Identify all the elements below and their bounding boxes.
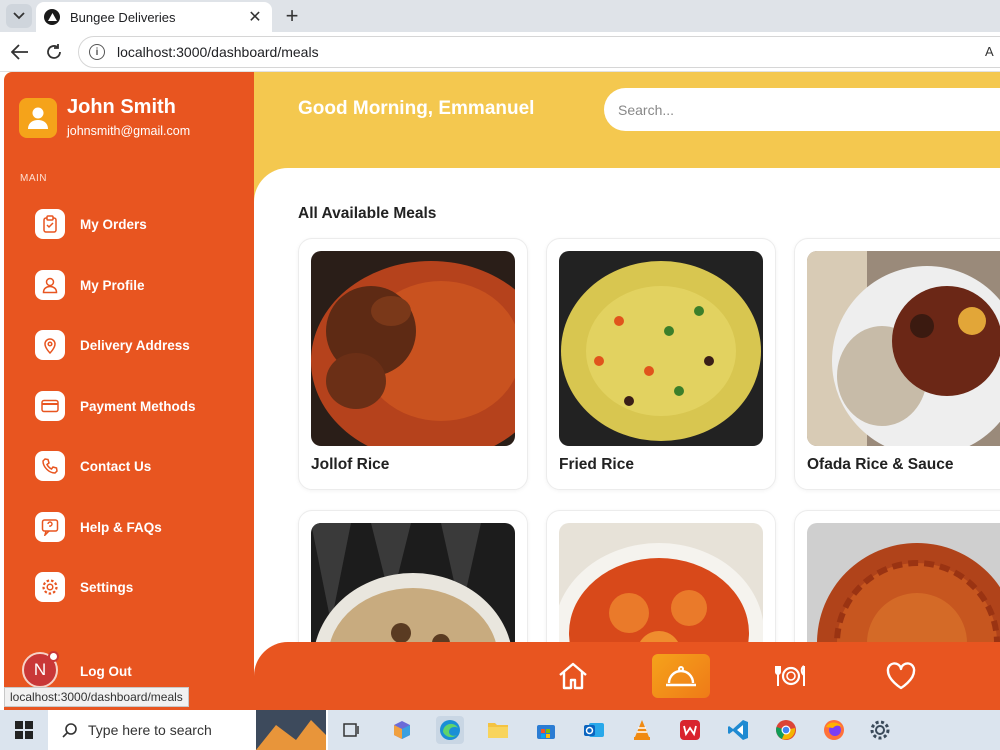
wps-office-icon[interactable] xyxy=(676,716,704,744)
user-icon xyxy=(35,270,65,300)
meal-name: Fried Rice xyxy=(559,456,634,473)
help-chat-icon xyxy=(35,512,65,542)
status-bar-url: localhost:3000/dashboard/meals xyxy=(4,687,189,707)
nav-favorites[interactable] xyxy=(872,654,930,698)
avatar-letter: N xyxy=(33,660,47,679)
chrome-icon[interactable] xyxy=(772,716,800,744)
sidebar-item-delivery-address[interactable]: Delivery Address xyxy=(35,330,190,360)
search-icon xyxy=(62,723,77,738)
sidebar-item-label: Payment Methods xyxy=(80,398,196,414)
site-favicon xyxy=(44,9,60,25)
store-icon[interactable] xyxy=(532,716,560,744)
sidebar-item-label: Settings xyxy=(80,579,134,595)
task-view-icon[interactable] xyxy=(338,716,366,744)
browser-tab[interactable]: Bungee Deliveries ✕ xyxy=(36,2,272,32)
copilot-icon[interactable] xyxy=(388,716,416,744)
file-explorer-icon[interactable] xyxy=(484,716,512,744)
user-email: johnsmith@gmail.com xyxy=(67,124,191,138)
tab-list-button[interactable] xyxy=(6,4,32,28)
sidebar-item-label: Contact Us xyxy=(80,458,152,474)
site-info-icon[interactable]: i xyxy=(89,44,105,60)
account-avatar[interactable]: N xyxy=(22,651,59,688)
tab-title: Bungee Deliveries xyxy=(70,9,176,25)
section-label-main: MAIN xyxy=(20,173,47,184)
url-text: localhost:3000/dashboard/meals xyxy=(117,44,319,60)
meal-card[interactable]: Fried Rice xyxy=(546,238,776,490)
nav-restaurants[interactable] xyxy=(762,654,820,698)
user-name: John Smith xyxy=(67,96,176,118)
taskbar-search[interactable]: Type here to search xyxy=(48,710,328,750)
taskbar-search-placeholder: Type here to search xyxy=(88,722,212,738)
start-button[interactable] xyxy=(0,710,48,750)
search-highlight-image xyxy=(256,710,326,750)
map-pin-icon xyxy=(35,330,65,360)
meal-image xyxy=(807,251,1000,446)
section-title: All Available Meals xyxy=(298,205,437,222)
meal-card[interactable]: Jollof Rice xyxy=(298,238,528,490)
nav-meals[interactable] xyxy=(652,654,710,698)
sidebar-item-label: Help & FAQs xyxy=(80,519,162,535)
credit-card-icon xyxy=(35,391,65,421)
plate-cutlery-icon xyxy=(775,665,805,686)
food-cloche-icon xyxy=(666,666,696,687)
meal-image xyxy=(311,251,515,446)
sidebar: John Smith johnsmith@gmail.com MAIN My O… xyxy=(4,72,254,710)
gear-icon xyxy=(35,572,65,602)
meal-name: Jollof Rice xyxy=(311,456,390,473)
sidebar-item-label: My Orders xyxy=(80,216,147,232)
reload-button[interactable] xyxy=(42,40,66,64)
windows-logo-icon xyxy=(15,721,33,739)
sidebar-item-settings[interactable]: Settings xyxy=(35,572,133,602)
meal-card[interactable]: Ofada Rice & Sauce xyxy=(794,238,1000,490)
sidebar-item-payment-methods[interactable]: Payment Methods xyxy=(35,391,196,421)
arrow-left-icon xyxy=(11,44,28,60)
phone-icon xyxy=(35,451,65,481)
app-root: John Smith johnsmith@gmail.com MAIN My O… xyxy=(4,72,1000,710)
user-icon xyxy=(28,107,48,129)
sidebar-item-label: Delivery Address xyxy=(80,337,190,353)
bottom-nav xyxy=(254,642,1000,710)
outlook-icon[interactable] xyxy=(580,716,608,744)
heart-icon xyxy=(886,662,916,690)
firefox-icon[interactable] xyxy=(820,716,848,744)
sidebar-item-help-faqs[interactable]: Help & FAQs xyxy=(35,512,162,542)
sidebar-item-contact-us[interactable]: Contact Us xyxy=(35,451,151,481)
sidebar-item-my-orders[interactable]: My Orders xyxy=(35,209,147,239)
clipboard-check-icon xyxy=(35,209,65,239)
chevron-down-icon xyxy=(13,12,25,20)
browser-tab-strip: Bungee Deliveries ✕ + xyxy=(0,0,1000,32)
meal-name: Ofada Rice & Sauce xyxy=(807,456,954,473)
browser-toolbar: i localhost:3000/dashboard/meals A xyxy=(0,32,1000,72)
reload-icon xyxy=(47,44,61,59)
os-taskbar: Type here to search xyxy=(0,710,1000,750)
address-bar[interactable]: i localhost:3000/dashboard/meals xyxy=(78,36,1000,68)
sidebar-item-my-profile[interactable]: My Profile xyxy=(35,270,145,300)
back-button[interactable] xyxy=(8,40,32,64)
meals-content: All Available Meals Jollof Rice Fried Ri… xyxy=(254,168,1000,710)
meal-image xyxy=(559,251,763,446)
new-tab-button[interactable]: + xyxy=(280,3,304,28)
sidebar-item-label: My Profile xyxy=(80,277,145,293)
vscode-icon[interactable] xyxy=(724,716,752,744)
greeting-heading: Good Morning, Emmanuel xyxy=(298,98,535,119)
edge-icon[interactable] xyxy=(436,716,464,744)
close-tab-icon[interactable]: ✕ xyxy=(246,7,264,27)
search-input[interactable]: Search... xyxy=(604,88,1000,131)
vlc-icon[interactable] xyxy=(628,716,656,744)
home-icon xyxy=(559,662,587,690)
notification-dot xyxy=(48,651,59,662)
settings-gear-icon[interactable] xyxy=(866,716,894,744)
nav-home[interactable] xyxy=(544,654,602,698)
user-avatar[interactable] xyxy=(19,98,57,138)
toolbar-right-glyph[interactable]: A xyxy=(985,44,994,59)
logout-button[interactable]: Log Out xyxy=(80,664,132,679)
